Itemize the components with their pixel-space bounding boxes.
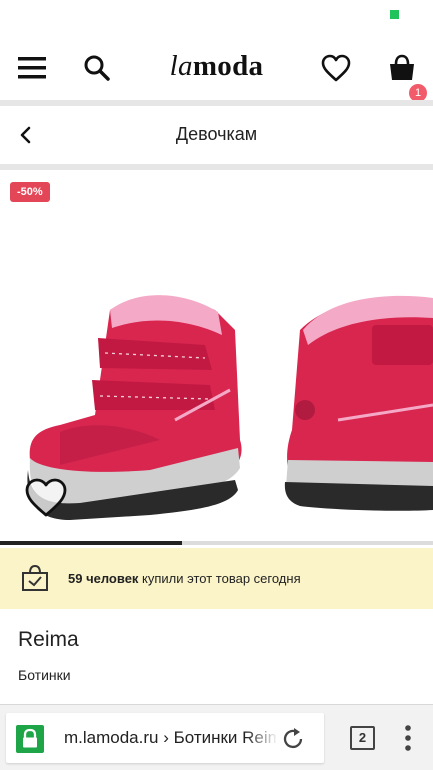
address-bar[interactable]: m.lamoda.ru › Ботинки Reima — [6, 713, 324, 763]
add-to-favorites-button[interactable] — [24, 478, 68, 518]
page-title: Девочкам — [175, 124, 258, 144]
heart-icon[interactable] — [316, 48, 356, 88]
category-nav: Девочкам — [0, 106, 433, 164]
status-bar — [0, 0, 433, 34]
browser-toolbar: m.lamoda.ru › Ботинки Reima 2 — [0, 704, 433, 770]
product-gallery[interactable]: -50% — [0, 170, 433, 542]
more-options-icon[interactable] — [398, 723, 418, 753]
url-fade — [246, 713, 278, 763]
lock-icon[interactable] — [16, 725, 44, 753]
shopping-bag-check-icon — [22, 564, 48, 591]
purchases-text: 59 человек купили этот товар сегодня — [68, 571, 301, 586]
cart-icon[interactable] — [382, 48, 422, 88]
product-brand[interactable]: Reima — [18, 628, 79, 652]
url-text[interactable]: m.lamoda.ru › Ботинки Reima — [64, 728, 276, 748]
gallery-progress-fill — [0, 541, 182, 545]
gallery-progress — [0, 541, 433, 545]
purchases-banner: 59 человек купили этот товар сегодня — [0, 548, 433, 609]
tabs-button[interactable]: 2 — [350, 726, 375, 750]
product-category: Ботинки — [18, 667, 71, 683]
notification-indicator — [390, 10, 399, 19]
boot-right-image — [284, 295, 433, 511]
heart-outline-icon — [25, 478, 67, 517]
app-header: lamoda 1 — [0, 34, 433, 102]
lamoda-logo[interactable]: lamoda — [0, 50, 433, 83]
reload-icon[interactable] — [280, 726, 306, 752]
